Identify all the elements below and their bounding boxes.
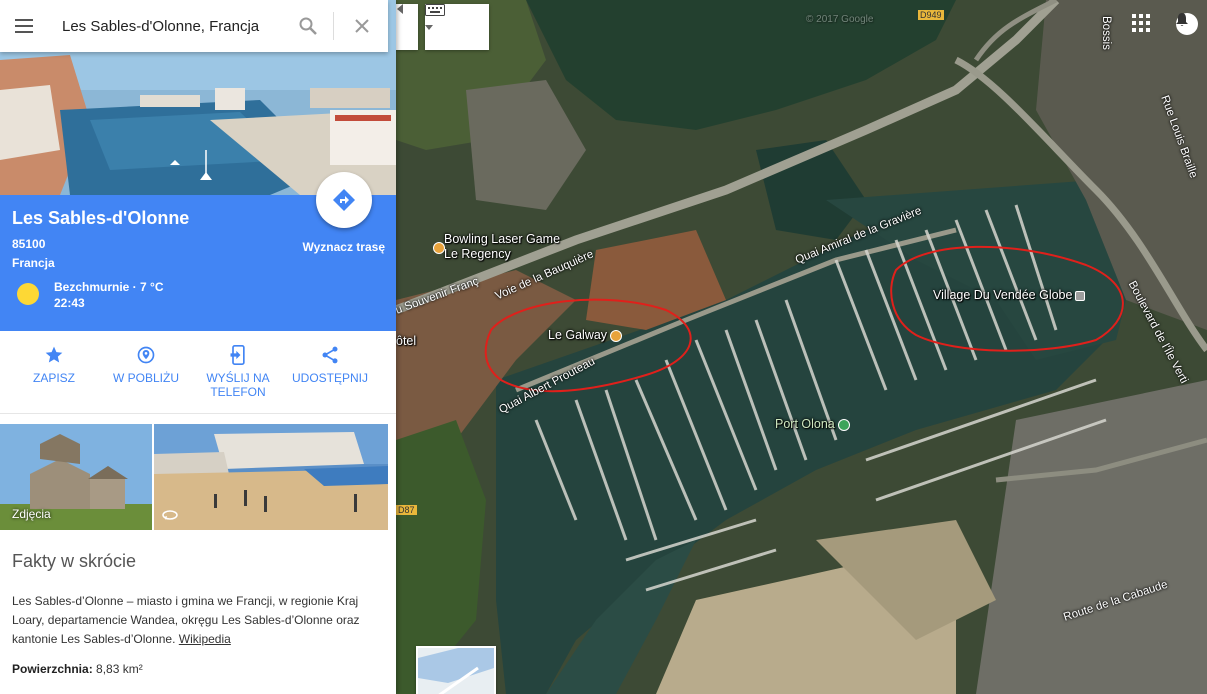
weather-info: Bezchmurnie · 7 °C 22:43 — [54, 279, 164, 311]
place-title: Les Sables-d'Olonne — [12, 208, 190, 228]
local-time: 22:43 — [54, 296, 85, 310]
share-label: UDOSTĘPNIJ — [291, 371, 368, 385]
clear-search-button[interactable] — [342, 0, 382, 52]
area-value: 8,83 km² — [96, 662, 143, 676]
facts-title: Fakty w skrócie — [12, 551, 137, 571]
action-row: ZAPISZ W POBLIŻU WYŚLIJ NA TELEFON UDOST… — [0, 331, 396, 414]
poi-bowling-label[interactable]: Bowling Laser Game Le Regency — [433, 232, 564, 262]
poi-hotel-label[interactable]: ôtel — [396, 334, 416, 348]
place-panel: Les Sables-d'Olonne 85100 Francja Bezchm… — [0, 0, 396, 694]
map-type-toggle[interactable] — [416, 646, 496, 694]
notifications-button[interactable] — [1176, 13, 1198, 35]
area-row: Powierzchnia: 8,83 km² — [12, 662, 143, 676]
sun-icon — [17, 283, 39, 305]
send-to-phone-label: WYŚLIJ NA TELEFON — [206, 371, 270, 399]
search-box[interactable] — [0, 0, 388, 52]
share-button[interactable]: UDOSTĘPNIJ — [284, 345, 376, 385]
directions-button[interactable] — [316, 172, 372, 228]
close-icon — [355, 19, 369, 33]
send-to-phone-icon — [230, 345, 245, 365]
weather-condition: Bezchmurnie · 7 °C — [54, 280, 164, 294]
input-tools-button[interactable] — [425, 4, 489, 50]
poi-hotel-text: ôtel — [396, 334, 417, 348]
chevron-left-icon — [397, 4, 403, 14]
poi-galway-label[interactable]: Le Galway — [548, 328, 623, 342]
apps-grid-icon — [1132, 14, 1150, 32]
road-badge-d949: D949 — [918, 10, 944, 20]
star-icon — [45, 346, 63, 363]
photos-label: Zdjęcia — [12, 507, 51, 521]
hamburger-menu-icon — [15, 19, 33, 33]
place-postcode: 85100 — [12, 237, 46, 251]
nearby-icon — [137, 346, 155, 364]
panorama-360-icon — [162, 510, 178, 520]
facts-body: Les Sables-d’Olonne – miasto i gmina we … — [12, 592, 372, 649]
directions-label[interactable]: Wyznacz trasę — [303, 240, 385, 254]
save-button[interactable]: ZAPISZ — [8, 345, 100, 385]
poi-marker-icon — [610, 329, 623, 342]
photo-strip: Zdjęcia — [0, 424, 396, 530]
send-to-phone-button[interactable]: WYŚLIJ NA TELEFON — [192, 345, 284, 399]
bell-icon — [1176, 13, 1188, 26]
nearby-label: W POBLIŻU — [112, 371, 179, 385]
poi-marker-icon — [837, 418, 850, 431]
map-canvas[interactable]: Bowling Laser Game Le Regency Le Galway … — [396, 0, 1207, 694]
share-icon — [322, 346, 338, 364]
search-input[interactable] — [60, 16, 294, 36]
poi-port-text: Port Olona — [775, 417, 835, 431]
poi-village-label[interactable]: Village Du Vendée Globe — [933, 288, 1086, 302]
photo-church[interactable]: Zdjęcia — [0, 424, 152, 530]
wikipedia-link[interactable]: Wikipedia — [179, 632, 231, 646]
keyboard-icon — [425, 4, 445, 16]
beach-photo — [154, 424, 388, 530]
satellite-imagery — [396, 0, 1207, 694]
menu-button[interactable] — [0, 0, 48, 52]
place-country: Francja — [12, 256, 55, 270]
search-divider — [333, 12, 334, 40]
poi-marker-icon — [1075, 290, 1086, 301]
poi-port-label[interactable]: Port Olona — [775, 417, 850, 431]
place-header: Les Sables-d'Olonne 85100 Francja Bezchm… — [0, 172, 396, 331]
directions-icon — [333, 189, 355, 211]
poi-galway-text: Le Galway — [548, 328, 608, 342]
road-label-bossis: Bossis — [1100, 16, 1112, 50]
road-badge-d87: D87 — [396, 505, 417, 515]
save-label: ZAPISZ — [32, 371, 75, 385]
map-thumbnail-icon — [418, 648, 494, 694]
poi-bowling-text: Bowling Laser Game Le Regency — [444, 232, 561, 261]
poi-marker-icon — [433, 242, 445, 254]
dropdown-arrow-icon[interactable] — [425, 25, 433, 30]
search-button[interactable] — [290, 0, 326, 52]
collapse-panel-button[interactable] — [396, 4, 418, 50]
map-watermark: © 2017 Google — [806, 14, 874, 25]
hero-photo[interactable] — [0, 0, 396, 195]
poi-village-text: Village Du Vendée Globe — [933, 288, 1073, 302]
photo-beach[interactable] — [154, 424, 388, 530]
nearby-button[interactable]: W POBLIŻU — [100, 345, 192, 385]
search-icon — [299, 17, 317, 35]
area-label: Powierzchnia: — [12, 662, 93, 676]
